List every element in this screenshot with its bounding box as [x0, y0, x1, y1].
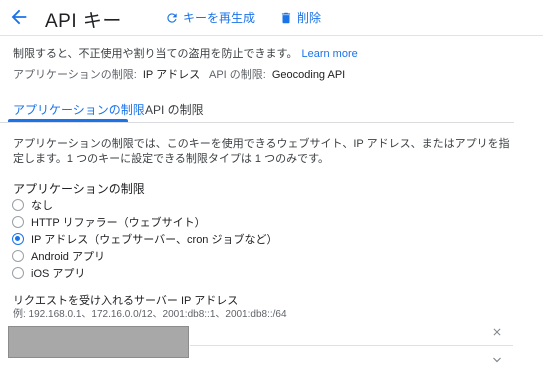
page-title: API キー: [45, 11, 122, 32]
radio-option-none[interactable]: なし: [12, 196, 277, 213]
app-restriction-summary: アプリケーションの制限: IP アドレス: [13, 66, 200, 82]
refresh-icon: [167, 12, 177, 23]
application-restriction-description: アプリケーションの制限では、このキーを使用できるウェブサイト、IP アドレス、ま…: [13, 138, 510, 165]
delete-key-button[interactable]: 削除: [279, 9, 321, 26]
radio-option-label: IP アドレス（ウェブサーバー、cron ジョブなど）: [31, 233, 278, 246]
active-tab-indicator: [8, 119, 128, 122]
radio-button[interactable]: [12, 198, 24, 211]
divider: [190, 345, 513, 346]
trash-icon: [281, 12, 291, 23]
top-bar: API キー キーを再生成 削除: [0, 0, 543, 36]
radio-option-label: Android アプリ: [31, 250, 105, 263]
ip-address-example: 例: 192.168.0.1、172.16.0.0/12、2001:db8::1…: [13, 309, 287, 320]
api-restriction-summary-value: Geocoding API: [271, 69, 346, 81]
app-restriction-summary-value: IP アドレス: [142, 69, 201, 81]
regenerate-key-button[interactable]: キーを再生成: [165, 9, 255, 26]
tab-application-restrictions[interactable]: アプリケーションの制限: [13, 101, 145, 118]
radio-option-ios[interactable]: iOS アプリ: [12, 264, 277, 281]
application-restriction-options: なし HTTP リファラー（ウェブサイト） IP アドレス（ウェブサーバー、cr…: [12, 196, 277, 281]
restriction-notice: 制限すると、不正使用や割り当ての盗用を防止できます。 Learn more: [13, 45, 358, 61]
radio-button-selected[interactable]: [12, 232, 24, 245]
app-restriction-summary-label: アプリケーションの制限:: [13, 69, 137, 81]
regenerate-key-label: キーを再生成: [183, 11, 256, 25]
radio-button[interactable]: [12, 249, 24, 262]
radio-option-label: なし: [31, 199, 53, 212]
radio-option-android[interactable]: Android アプリ: [12, 247, 277, 264]
radio-option-ip-address[interactable]: IP アドレス（ウェブサーバー、cron ジョブなど）: [12, 230, 277, 247]
radio-option-label: iOS アプリ: [31, 267, 86, 280]
close-icon[interactable]: [491, 326, 503, 338]
notice-text: 制限すると、不正使用や割り当ての盗用を防止できます。: [13, 48, 298, 60]
delete-key-label: 削除: [297, 11, 322, 25]
learn-more-link[interactable]: Learn more: [301, 48, 357, 60]
tab-api-restrictions[interactable]: API の制限: [145, 101, 204, 118]
api-restriction-summary: API の制限: Geocoding API: [209, 66, 345, 82]
chevron-down-icon[interactable]: [491, 356, 503, 366]
ip-address-input[interactable]: [8, 326, 189, 358]
api-restriction-summary-label: API の制限:: [209, 69, 266, 81]
application-restriction-title: アプリケーションの制限: [13, 182, 145, 196]
radio-option-label: HTTP リファラー（ウェブサイト）: [31, 216, 206, 229]
radio-button[interactable]: [12, 266, 24, 279]
restriction-tabs: アプリケーションの制限 API の制限: [0, 97, 514, 123]
radio-button[interactable]: [12, 215, 24, 228]
back-arrow-icon[interactable]: [8, 6, 30, 28]
radio-option-http-referrer[interactable]: HTTP リファラー（ウェブサイト）: [12, 213, 277, 230]
